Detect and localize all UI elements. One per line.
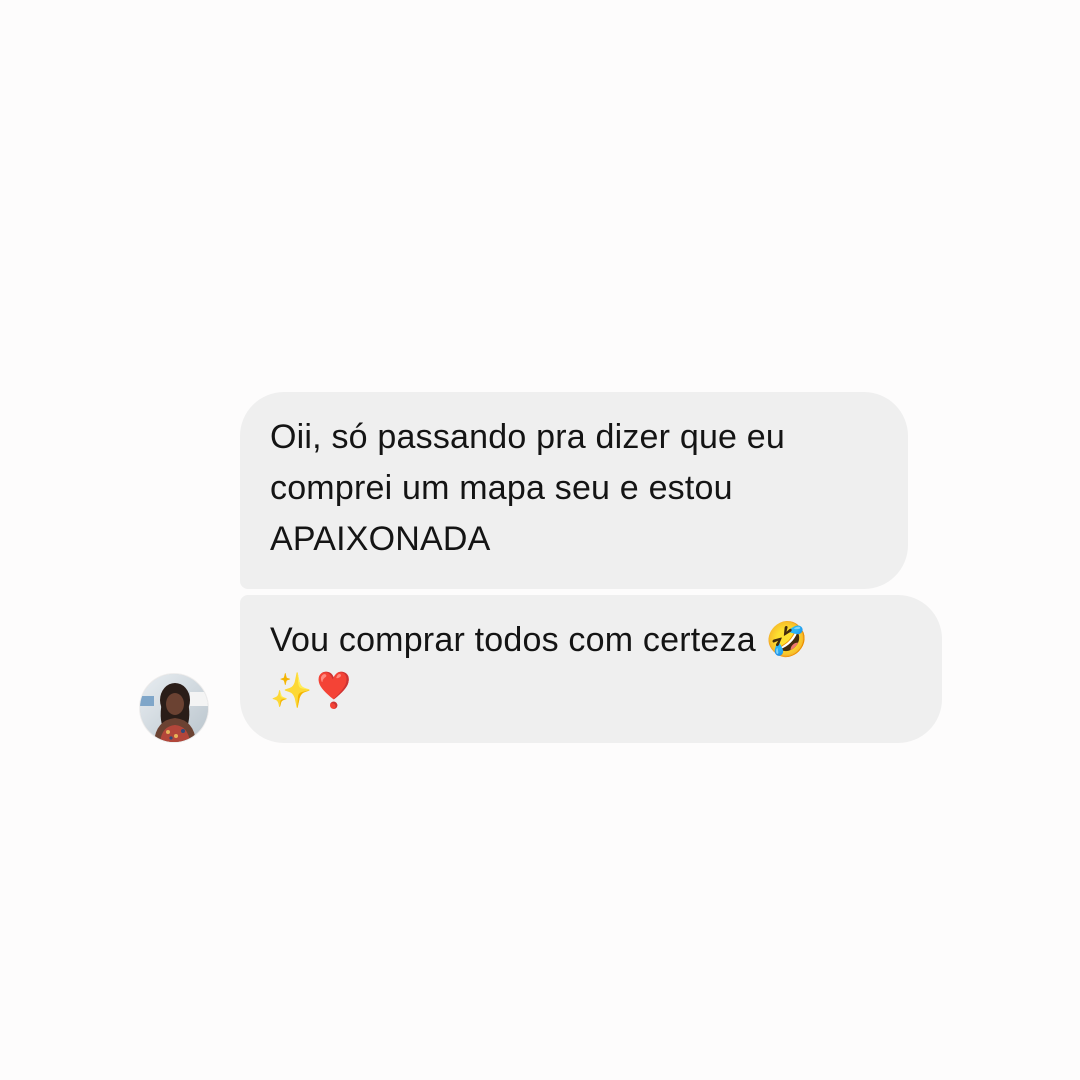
message-bubble[interactable]: Oii, só passando pra dizer que eu compre… <box>240 392 908 589</box>
avatar[interactable] <box>140 674 208 742</box>
profile-photo-icon <box>140 674 208 742</box>
message-text: Oii, só passando pra dizer que eu compre… <box>270 418 786 558</box>
message-thread: Oii, só passando pra dizer que eu compre… <box>0 0 1080 1080</box>
message-bubble[interactable]: Vou comprar todos com certeza 🤣 ✨❣️ <box>240 595 942 743</box>
message-text: Vou comprar todos com certeza 🤣 ✨❣️ <box>270 621 808 710</box>
